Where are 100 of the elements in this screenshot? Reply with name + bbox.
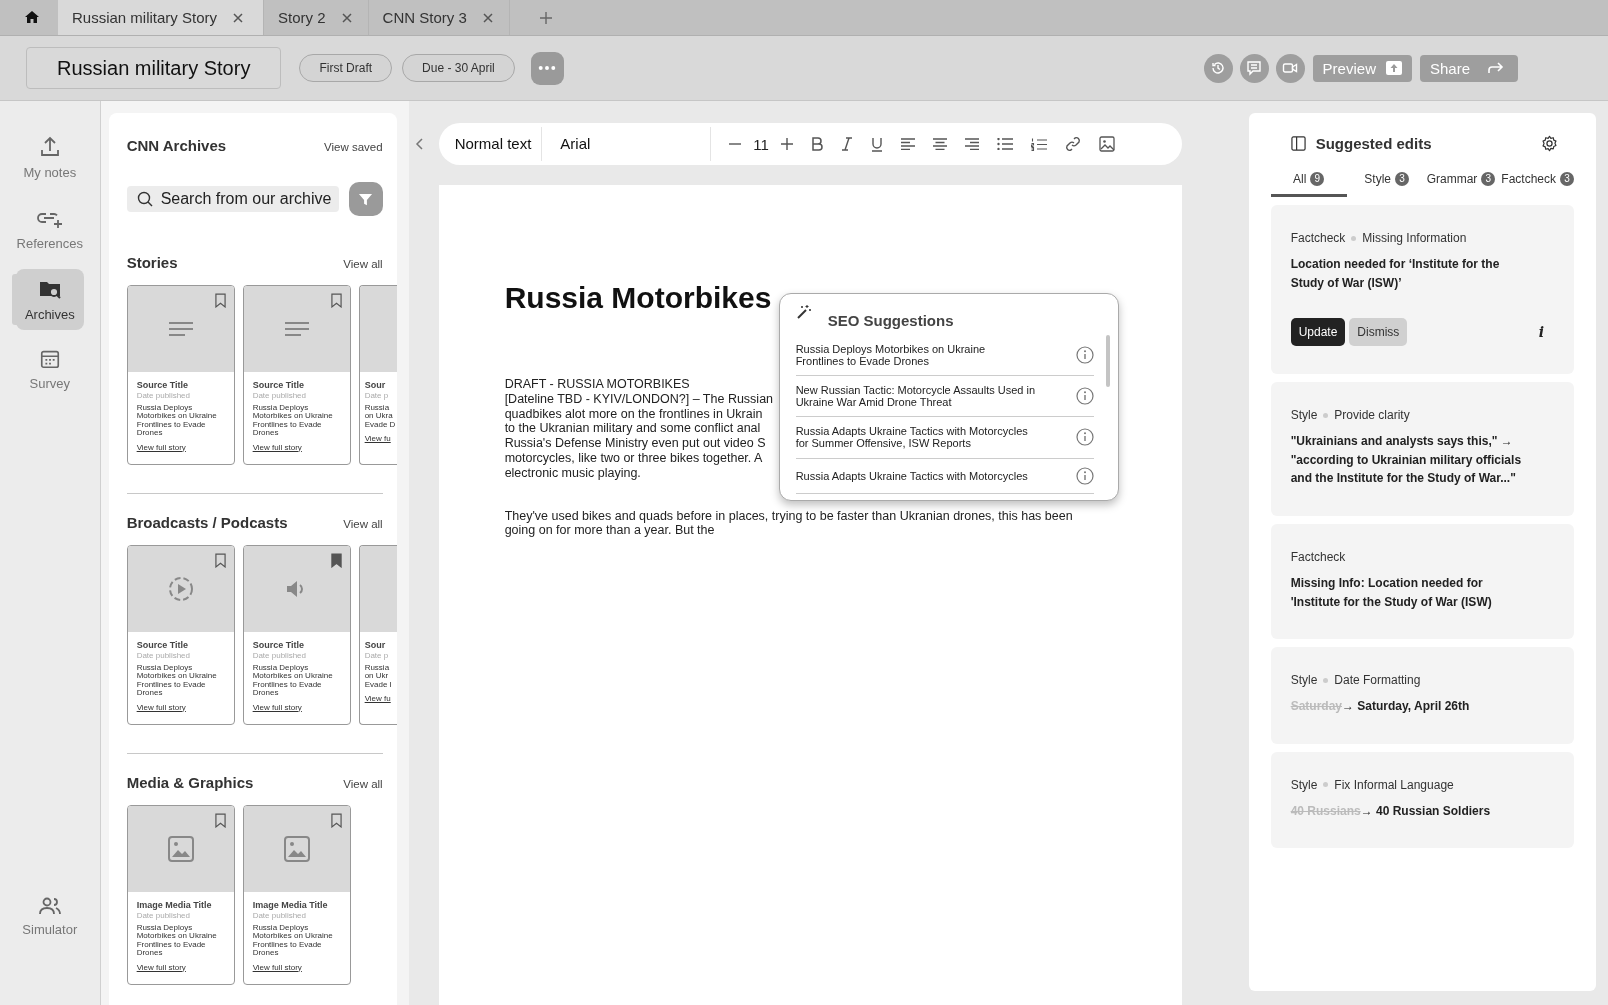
filter-button[interactable] xyxy=(348,182,383,216)
story-title-field[interactable]: Russian military Story xyxy=(26,47,282,89)
close-icon[interactable] xyxy=(233,12,244,23)
numbered-list-icon[interactable] xyxy=(1030,137,1047,151)
align-left-icon[interactable] xyxy=(900,138,915,150)
chevron-left-icon[interactable] xyxy=(414,138,423,150)
sidebar-item[interactable]: My notes xyxy=(15,127,84,188)
text-style-dropdown[interactable]: Normal text xyxy=(454,127,543,161)
sidebar-item[interactable]: Survey xyxy=(15,340,84,399)
bookmark-icon[interactable] xyxy=(214,553,226,568)
align-center-icon[interactable] xyxy=(932,138,947,150)
bullet-list-icon[interactable] xyxy=(996,138,1013,150)
link-icon[interactable] xyxy=(1064,136,1081,152)
filter-tab[interactable]: Grammar 3 xyxy=(1426,172,1496,197)
font-size-field[interactable]: 11 xyxy=(753,135,769,153)
suggestion-text: Missing Info: Location needed for 'Institute for the Study of War (ISW) xyxy=(1290,574,1493,611)
media-card[interactable]: Source Title Date published Russia Deploys Motorbikes on Ukraine Frontlines to Evade Drones View full story xyxy=(242,545,351,725)
italic-icon[interactable] xyxy=(840,137,853,151)
section-title: Stories xyxy=(126,254,178,271)
info-icon[interactable] xyxy=(1075,466,1094,485)
bold-icon[interactable] xyxy=(810,137,823,151)
suggestion-type: Fix Informal Language xyxy=(1334,777,1454,792)
card-description: Russia on Ukra Evade D xyxy=(364,404,397,430)
media-card[interactable]: Source Title Date published Russia Deploys Motorbikes on Ukraine Frontlines to Evade Drones View full story xyxy=(126,285,235,465)
bookmark-icon[interactable] xyxy=(214,293,226,308)
info-icon[interactable] xyxy=(1075,387,1094,406)
info-icon[interactable] xyxy=(1075,346,1094,365)
filter-tab[interactable]: Style 3 xyxy=(1346,172,1427,197)
bookmark-icon[interactable] xyxy=(330,293,342,308)
original-text: Saturday xyxy=(1290,699,1342,714)
plus-icon[interactable] xyxy=(780,138,793,150)
document-tab[interactable]: Story 2 xyxy=(264,0,369,35)
seo-suggestion[interactable]: New Russian Tactic: Motorcycle Assaults Used in Ukraine War Amid Drone Threat xyxy=(795,376,1094,418)
bookmark-icon[interactable] xyxy=(330,553,342,568)
view-all-link[interactable]: View all xyxy=(343,258,383,270)
view-story-link[interactable]: View full story xyxy=(252,702,350,712)
more-button[interactable] xyxy=(530,51,564,85)
close-icon[interactable] xyxy=(482,12,493,23)
media-card[interactable]: Sour Date p Russia on Ukra Evade D View fu xyxy=(358,285,397,465)
sidebar-item[interactable]: Simulator xyxy=(15,888,84,945)
view-all-link[interactable]: View all xyxy=(343,518,383,530)
view-story-link[interactable]: View full story xyxy=(136,442,234,452)
media-card[interactable]: Sour Date p Russia on Ukr Evade I View fu xyxy=(358,545,397,725)
document-tab[interactable]: CNN Story 3 xyxy=(368,0,510,35)
close-icon[interactable] xyxy=(341,12,352,23)
sidebar-item[interactable]: References xyxy=(15,198,84,259)
update-button[interactable]: Update xyxy=(1290,318,1346,347)
info-icon[interactable] xyxy=(1075,428,1094,447)
seo-suggestion[interactable]: Russia Adapts Ukraine Tactics with Motorcycles for Summer Offensive, ISW Reports xyxy=(795,417,1094,459)
view-story-link[interactable]: View full story xyxy=(136,962,234,972)
view-story-link[interactable]: View full story xyxy=(136,702,234,712)
underline-icon[interactable] xyxy=(870,136,883,152)
text-lines-icon xyxy=(168,321,193,337)
search-field[interactable]: Search from our archive xyxy=(126,186,339,212)
bookmark-icon[interactable] xyxy=(330,813,342,828)
info-button[interactable]: i xyxy=(1538,324,1544,341)
history-button[interactable] xyxy=(1203,53,1233,83)
card-date: Date p xyxy=(364,391,390,400)
sidebar-item[interactable]: Archives xyxy=(15,269,84,330)
font-dropdown[interactable]: Arial xyxy=(560,127,712,161)
filter-tab[interactable]: All 9 xyxy=(1270,172,1347,197)
card-title: Sour xyxy=(364,640,387,650)
view-story-link[interactable]: View fu xyxy=(364,434,397,444)
view-story-link[interactable]: View full story xyxy=(252,442,350,452)
dismiss-button[interactable]: Dismiss xyxy=(1349,318,1408,347)
body-text-line: Russia's Defense Ministry even put out video S xyxy=(504,436,766,451)
suggestion-category: Factcheck xyxy=(1290,231,1346,245)
view-saved-link[interactable]: View saved xyxy=(324,141,383,153)
align-right-icon[interactable] xyxy=(964,138,979,150)
scrollbar[interactable] xyxy=(1105,335,1110,387)
media-card[interactable]: Source Title Date published Russia Deploys Motorbikes on Ukraine Frontlines to Evade Drones View full story xyxy=(242,285,351,465)
card-date: Date published xyxy=(252,391,307,400)
media-card[interactable]: Source Title Date published Russia Deploys Motorbikes on Ukraine Frontlines to Evade Drones View full story xyxy=(126,545,235,725)
card-date: Date published xyxy=(136,651,191,660)
card-date: Date published xyxy=(252,911,307,920)
settings-icon[interactable] xyxy=(1541,135,1558,152)
share-icon xyxy=(1488,62,1504,74)
document-tab[interactable]: Russian military Story xyxy=(58,0,265,35)
video-button[interactable] xyxy=(1275,53,1305,83)
section-title: Broadcasts / Podcasts xyxy=(126,514,288,531)
media-card[interactable]: Image Media Title Date published Russia Deploys Motorbikes on Ukraine Frontlines to Evade Drones View full story xyxy=(242,805,351,985)
text-lines-icon xyxy=(284,321,309,337)
filter-icon xyxy=(358,191,374,207)
suggestion-type: Missing Information xyxy=(1362,231,1467,245)
bookmark-icon[interactable] xyxy=(214,813,226,828)
image-icon[interactable] xyxy=(1098,136,1115,152)
play-icon xyxy=(167,576,194,602)
seo-suggestion[interactable]: Russia Deploys Motorbikes on Ukraine Frontlines to Evade Drones xyxy=(795,335,1094,377)
add-icon[interactable] xyxy=(539,11,552,24)
seo-suggestion[interactable]: Russia Adapts Ukraine Tactics with Motorcycles xyxy=(795,458,1094,494)
sidebar-icon[interactable] xyxy=(1290,136,1306,151)
card-description: Russia Deploys Motorbikes on Ukraine Frontlines to Evade Drones xyxy=(136,664,218,698)
filter-tab[interactable]: Factcheck 3 xyxy=(1501,172,1574,197)
home-icon[interactable] xyxy=(24,9,40,25)
view-story-link[interactable]: View full story xyxy=(252,962,350,972)
media-card[interactable]: Image Media Title Date published Russia Deploys Motorbikes on Ukraine Frontlines to Evade Drones View full story xyxy=(126,805,235,985)
status-chip[interactable]: First Draft xyxy=(299,54,393,82)
view-all-link[interactable]: View all xyxy=(343,778,383,790)
view-story-link[interactable]: View fu xyxy=(364,694,397,704)
status-chip[interactable]: Due - 30 April xyxy=(402,54,515,82)
